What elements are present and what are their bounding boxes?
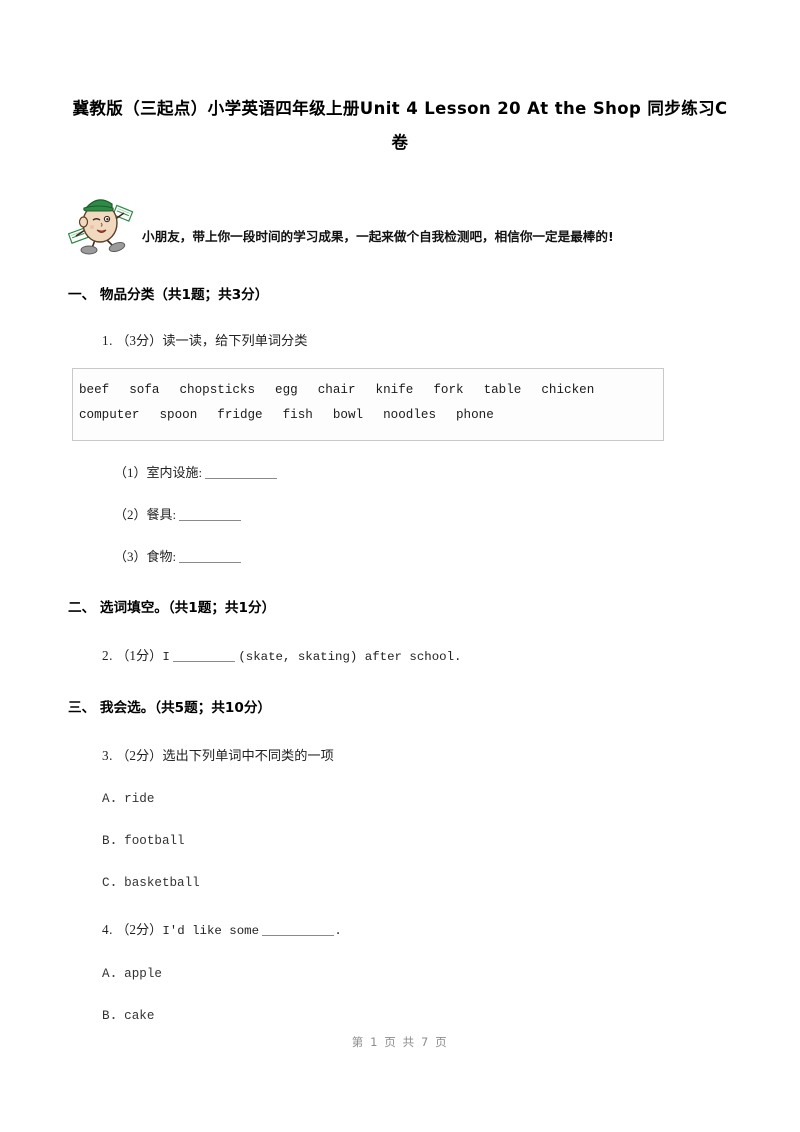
question-3-option-b[interactable]: B．football (102, 832, 732, 850)
word-bank-item: noodles (383, 408, 436, 422)
subitem-label: （2）餐具: (114, 507, 177, 522)
question-1-subitem-1: （1）室内设施: (114, 463, 732, 483)
word-bank-item: beef (79, 383, 110, 397)
question-1-subitem-2: （2）餐具: (114, 505, 732, 525)
question-1-number: 1. (102, 333, 113, 348)
question-4-option-b[interactable]: B．cake (102, 1007, 732, 1025)
page-footer: 第 1 页 共 7 页 (351, 1035, 449, 1049)
page-title: 冀教版（三起点）小学英语四年级上册Unit 4 Lesson 20 At the… (72, 99, 728, 152)
intro-text: 小朋友，带上你一段时间的学习成果，一起来做个自我检测吧，相信你一定是最棒的! (142, 229, 614, 244)
subitem-label: （1）室内设施: (114, 465, 203, 480)
option-letter: C． (102, 876, 125, 890)
word-bank-item: fork (433, 383, 464, 397)
answer-blank[interactable] (205, 465, 278, 479)
word-bank-item: chicken (541, 383, 595, 397)
question-2-score: （1分） (116, 648, 163, 663)
word-bank-item: chopsticks (179, 383, 256, 397)
option-text: ride (124, 792, 155, 806)
question-2: 2. （1分）I (skate, skating) after school. (102, 646, 732, 667)
section-heading-2: 二、 选词填空。（共1题；共1分） (68, 600, 276, 616)
word-bank-item: chair (317, 383, 356, 397)
question-4-number: 4. (102, 922, 113, 937)
question-3: 3. （2分）选出下列单词中不同类的一项 (102, 746, 732, 766)
word-bank-item: computer (79, 408, 140, 422)
word-bank-item: knife (375, 383, 414, 397)
question-2-number: 2. (102, 648, 113, 663)
document-page: 冀教版（三起点）小学英语四年级上册Unit 4 Lesson 20 At the… (0, 0, 800, 1132)
question-4-score: （2分） (116, 922, 163, 937)
subitem-label: （3）食物: (114, 549, 177, 564)
answer-blank[interactable] (179, 549, 242, 563)
option-letter: A． (102, 967, 125, 981)
word-bank-item: bowl (332, 408, 364, 422)
question-4: 4. （2分）I'd like some . (102, 920, 732, 941)
question-1: 1. （3分）读一读，给下列单词分类 (102, 331, 732, 351)
answer-blank[interactable] (173, 648, 236, 662)
page-content: 冀教版（三起点）小学英语四年级上册Unit 4 Lesson 20 At the… (67, 0, 732, 1025)
question-3-score: （2分） (116, 748, 163, 763)
question-4-option-a[interactable]: A．apple (102, 965, 732, 983)
word-bank-item: spoon (159, 408, 198, 422)
option-text: cake (124, 1009, 155, 1023)
question-1-score: （3分） (116, 333, 163, 348)
answer-blank[interactable] (179, 507, 242, 521)
section-heading-1: 一、 物品分类（共1题；共3分） (68, 287, 269, 303)
answer-blank[interactable] (262, 922, 335, 936)
option-text: football (124, 834, 185, 848)
option-letter: B． (102, 1009, 125, 1023)
question-4-stem-after: . (334, 924, 342, 938)
word-bank-item: fish (282, 408, 313, 422)
question-3-option-a[interactable]: A．ride (102, 790, 732, 808)
option-letter: A． (102, 792, 125, 806)
word-bank-item: sofa (129, 383, 160, 397)
section-heading-3: 三、 我会选。（共5题；共10分） (68, 700, 272, 716)
question-3-stem: 选出下列单词中不同类的一项 (162, 748, 334, 763)
option-text: apple (124, 967, 162, 981)
question-2-stem-before: I (162, 650, 170, 664)
word-bank-item: fridge (217, 408, 263, 422)
question-2-stem-after: (skate, skating) after school. (238, 650, 462, 664)
word-bank-item: phone (456, 408, 494, 422)
question-4-stem-before: I'd like some (162, 924, 260, 938)
question-1-subitem-3: （3）食物: (114, 547, 732, 567)
question-1-stem: 读一读，给下列单词分类 (162, 333, 308, 348)
intro-banner: 小朋友，带上你一段时间的学习成果，一起来做个自我检测吧，相信你一定是最棒的! (67, 194, 732, 258)
option-text: basketball (124, 876, 200, 890)
question-3-number: 3. (102, 748, 113, 763)
word-bank-item: egg (275, 383, 298, 397)
question-3-option-c[interactable]: C．basketball (102, 874, 732, 892)
option-letter: B． (102, 834, 125, 848)
cartoon-student-mascot-icon (67, 194, 136, 256)
word-bank-item: table (483, 383, 522, 397)
word-bank-box: beef sofa chopsticks egg chair knife fork table… (72, 368, 664, 441)
